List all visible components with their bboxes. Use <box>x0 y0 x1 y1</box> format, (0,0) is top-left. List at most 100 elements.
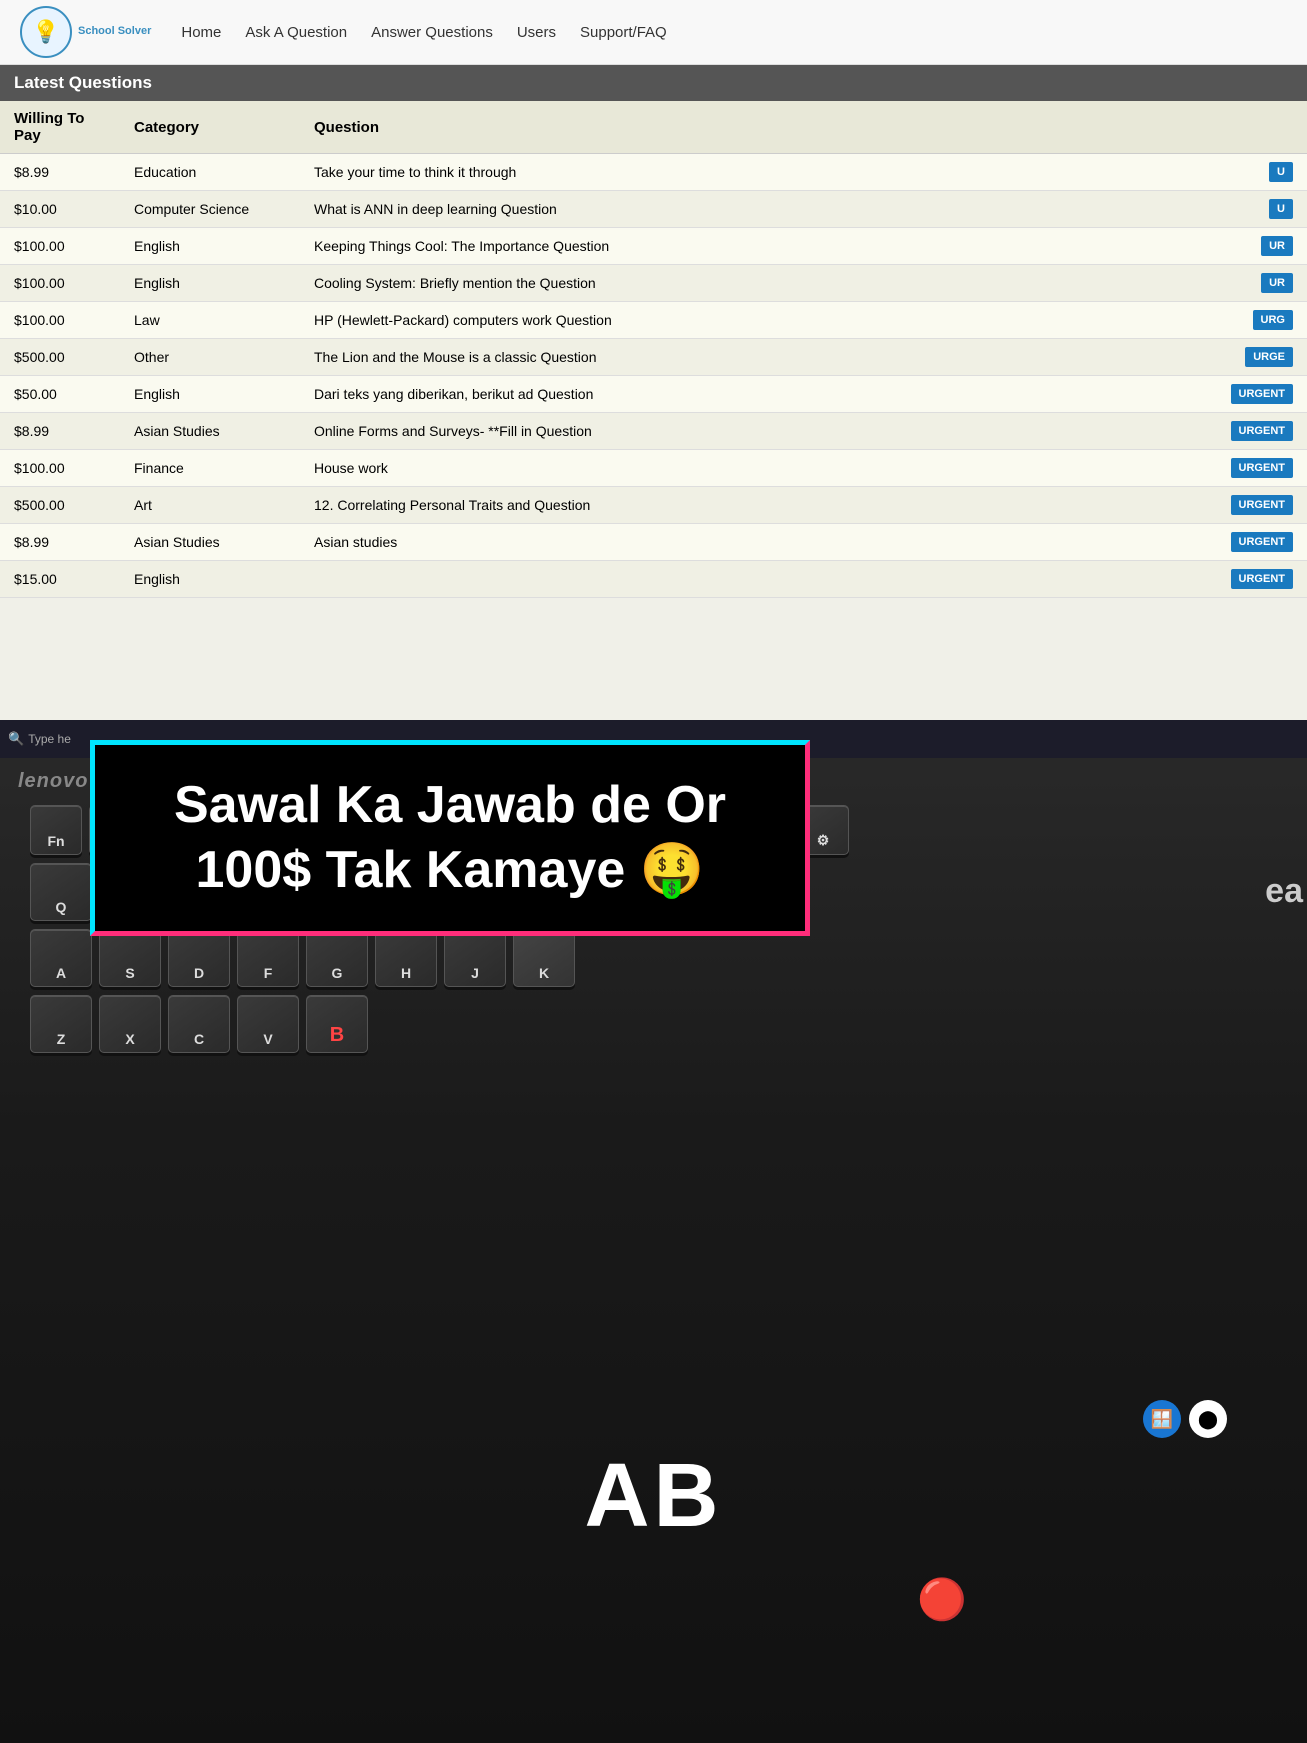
urgent-button[interactable]: U <box>1269 199 1293 219</box>
key-fn[interactable]: Fn <box>30 805 82 855</box>
cell-category: Art <box>120 487 300 524</box>
cell-category: English <box>120 265 300 302</box>
cell-btn[interactable]: U <box>1217 191 1307 228</box>
urgent-button[interactable]: URGENT <box>1231 421 1293 441</box>
partial-ea-text: ea <box>1265 872 1307 911</box>
table-container: Latest Questions Willing To Pay Category… <box>0 65 1307 598</box>
cell-btn[interactable]: U <box>1217 154 1307 191</box>
bottom-taskbar: 🪟 ⬤ <box>1143 1400 1227 1438</box>
key-a[interactable]: A <box>30 929 92 987</box>
cell-btn[interactable]: URGENT <box>1217 450 1307 487</box>
urgent-button[interactable]: URGE <box>1245 347 1293 367</box>
table-row: $10.00 Computer Science What is ANN in d… <box>0 191 1307 228</box>
cell-pay: $500.00 <box>0 487 120 524</box>
cell-pay: $50.00 <box>0 376 120 413</box>
cell-question: House work <box>300 450 1217 487</box>
cell-category: Law <box>120 302 300 339</box>
windows-icon[interactable]: 🪟 <box>1143 1400 1181 1438</box>
cell-btn[interactable]: URGENT <box>1217 561 1307 598</box>
cell-category: Finance <box>120 450 300 487</box>
key-f[interactable]: F <box>237 929 299 987</box>
screen-area: 💡 School Solver Home Ask A Question Answ… <box>0 0 1307 720</box>
cell-btn[interactable]: UR <box>1217 265 1307 302</box>
cell-btn[interactable]: URGENT <box>1217 376 1307 413</box>
key-b[interactable]: B <box>306 995 368 1053</box>
col-header-q: Question <box>300 101 1217 154</box>
nav-support[interactable]: Support/FAQ <box>580 24 667 41</box>
key-row-4: Z X C V B <box>30 995 1270 1053</box>
col-header-cat: Category <box>120 101 300 154</box>
urgent-button[interactable]: URGENT <box>1231 458 1293 478</box>
table-row: $100.00 English Cooling System: Briefly … <box>0 265 1307 302</box>
cell-question: Online Forms and Surveys- **Fill in Ques… <box>300 413 1217 450</box>
key-k[interactable]: K <box>513 929 575 987</box>
cell-question: What is ANN in deep learning Question <box>300 191 1217 228</box>
table-row: $15.00 English URGENT <box>0 561 1307 598</box>
finger-indicator: 🔴 <box>917 1576 967 1623</box>
cell-btn[interactable]: URG <box>1217 302 1307 339</box>
nav-answer[interactable]: Answer Questions <box>371 24 493 41</box>
cell-question: HP (Hewlett-Packard) computers work Ques… <box>300 302 1217 339</box>
urgent-button[interactable]: URGENT <box>1231 384 1293 404</box>
taskbar-search-text: Type he <box>28 732 71 746</box>
key-h[interactable]: H <box>375 929 437 987</box>
cell-category: Other <box>120 339 300 376</box>
urgent-button[interactable]: UR <box>1261 236 1293 256</box>
cell-category: English <box>120 228 300 265</box>
taskbar-search: 🔍 Type he <box>8 731 71 747</box>
urgent-button[interactable]: UR <box>1261 273 1293 293</box>
cell-pay: $100.00 <box>0 302 120 339</box>
table-row: $100.00 English Keeping Things Cool: The… <box>0 228 1307 265</box>
key-v[interactable]: V <box>237 995 299 1053</box>
cell-btn[interactable]: URGENT <box>1217 413 1307 450</box>
table-header: Latest Questions <box>0 65 1307 101</box>
nav-home[interactable]: Home <box>181 24 221 41</box>
key-g[interactable]: G <box>306 929 368 987</box>
cell-pay: $100.00 <box>0 450 120 487</box>
search-icon: 🔍 <box>8 731 24 747</box>
key-row-3: A S D F G H J K <box>30 929 1270 987</box>
key-j[interactable]: J <box>444 929 506 987</box>
cell-pay: $15.00 <box>0 561 120 598</box>
key-c[interactable]: C <box>168 995 230 1053</box>
cell-btn[interactable]: URGE <box>1217 339 1307 376</box>
urgent-button[interactable]: URGENT <box>1231 495 1293 515</box>
logo-area: 💡 School Solver <box>20 6 151 58</box>
cell-btn[interactable]: URGENT <box>1217 487 1307 524</box>
cell-category: Education <box>120 154 300 191</box>
col-header-btn <box>1217 101 1307 154</box>
banner-line2: 100$ Tak Kamaye 🤑 <box>131 838 769 903</box>
chrome-icon[interactable]: ⬤ <box>1189 1400 1227 1438</box>
urgent-button[interactable]: U <box>1269 162 1293 182</box>
table-row: $8.99 Asian Studies Online Forms and Sur… <box>0 413 1307 450</box>
key-x[interactable]: X <box>99 995 161 1053</box>
key-z[interactable]: Z <box>30 995 92 1053</box>
lenovo-brand: lenovo <box>18 770 88 793</box>
cell-category: Computer Science <box>120 191 300 228</box>
banner-box: Sawal Ka Jawab de Or 100$ Tak Kamaye 🤑 <box>90 740 810 936</box>
table-row: $100.00 Law HP (Hewlett-Packard) compute… <box>0 302 1307 339</box>
cell-category: English <box>120 561 300 598</box>
ab-letters: AB <box>585 1445 723 1548</box>
banner-line1: Sawal Ka Jawab de Or <box>131 773 769 838</box>
cell-btn[interactable]: URGENT <box>1217 524 1307 561</box>
cell-question: 12. Correlating Personal Traits and Ques… <box>300 487 1217 524</box>
cell-pay: $500.00 <box>0 339 120 376</box>
urgent-button[interactable]: URGENT <box>1231 532 1293 552</box>
cell-btn[interactable]: UR <box>1217 228 1307 265</box>
nav-bar: 💡 School Solver Home Ask A Question Answ… <box>0 0 1307 65</box>
key-d[interactable]: D <box>168 929 230 987</box>
table-row: $50.00 English Dari teks yang diberikan,… <box>0 376 1307 413</box>
nav-users[interactable]: Users <box>517 24 556 41</box>
cell-question: Dari teks yang diberikan, berikut ad Que… <box>300 376 1217 413</box>
cell-pay: $8.99 <box>0 413 120 450</box>
nav-ask[interactable]: Ask A Question <box>245 24 347 41</box>
key-s[interactable]: S <box>99 929 161 987</box>
cell-pay: $8.99 <box>0 524 120 561</box>
cell-category: Asian Studies <box>120 524 300 561</box>
logo-text: School Solver <box>78 25 151 38</box>
key-q[interactable]: Q <box>30 863 92 921</box>
urgent-button[interactable]: URGENT <box>1231 569 1293 589</box>
cell-category: English <box>120 376 300 413</box>
urgent-button[interactable]: URG <box>1253 310 1293 330</box>
